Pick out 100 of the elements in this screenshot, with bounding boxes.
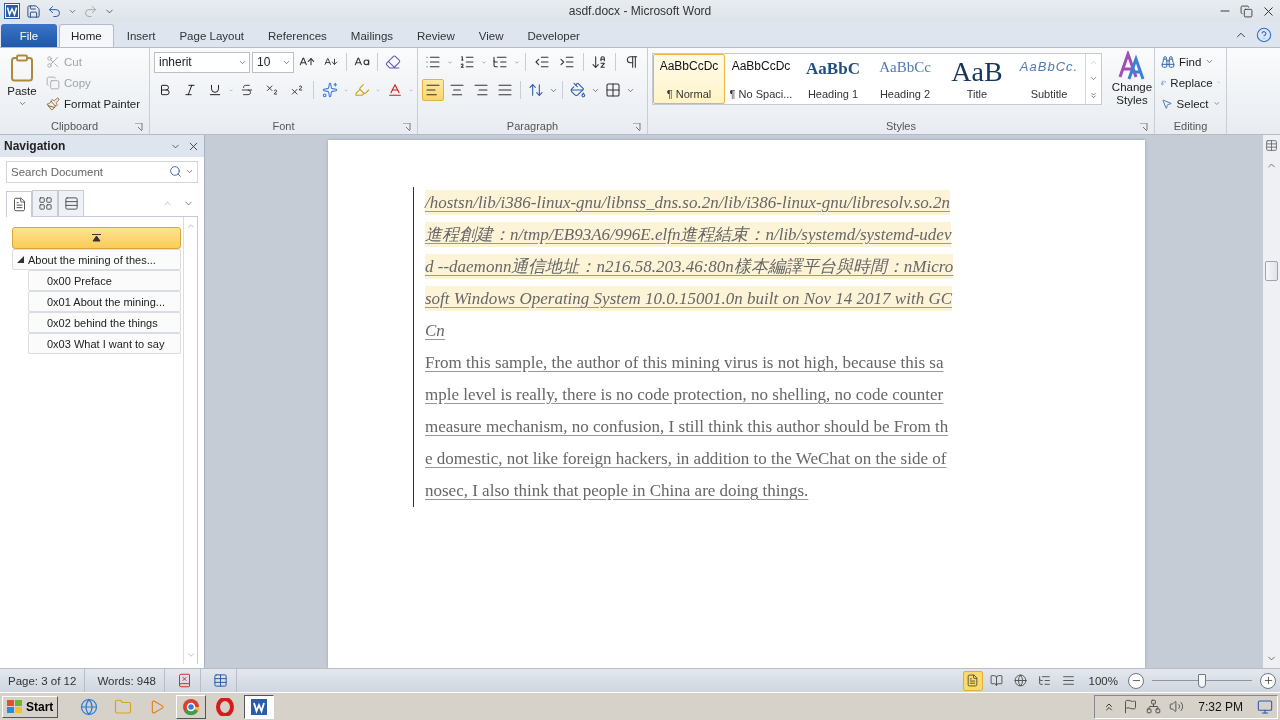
expand-icon <box>17 256 24 263</box>
start-button[interactable]: Start <box>2 695 59 718</box>
group-label: Paragraph <box>506 120 559 132</box>
pane-tab[interactable] <box>32 190 58 216</box>
change-styles-button[interactable]: Change Styles <box>1106 51 1158 118</box>
editing-button[interactable]: Find <box>1159 51 1222 72</box>
highlighter-icon[interactable] <box>354 82 371 98</box>
style-item[interactable]: AaBbCc Heading 2 <box>869 54 941 104</box>
dialog-launcher-icon[interactable] <box>403 123 411 131</box>
caret-icon[interactable] <box>185 167 194 176</box>
numbering-icon[interactable] <box>458 54 475 70</box>
pane-tab[interactable] <box>6 191 32 217</box>
align-button[interactable] <box>422 79 444 101</box>
ribbon-tab[interactable]: References <box>257 24 338 47</box>
paste-button[interactable]: Paste <box>4 51 40 118</box>
vertical-scrollbar[interactable] <box>1262 135 1280 668</box>
app-logo-icon[interactable] <box>4 3 20 19</box>
network-icon[interactable] <box>1146 699 1162 714</box>
view-button[interactable] <box>962 670 983 691</box>
style-item[interactable]: AaBbCcDc ¶ Normal <box>653 54 725 104</box>
style-item[interactable]: AaB Title <box>941 54 1013 104</box>
dialog-launcher-icon[interactable] <box>135 123 143 131</box>
ribbon-tab[interactable]: Page Layout <box>168 24 256 47</box>
subscript-icon[interactable] <box>265 83 280 97</box>
pane-tab[interactable] <box>58 190 84 216</box>
zoom-slider[interactable] <box>1152 673 1252 688</box>
zoom-out-button[interactable] <box>1128 672 1144 689</box>
text-effects-icon[interactable] <box>321 82 338 98</box>
group-label: Font <box>272 120 295 132</box>
font-color-icon[interactable] <box>386 82 403 98</box>
bullets-icon[interactable] <box>425 54 441 70</box>
proofing-icon[interactable] <box>177 673 193 688</box>
text-line: measure mechanism, no confusion, I still think this author should be From th <box>425 416 949 438</box>
ribbon-tab[interactable]: View <box>467 24 515 47</box>
scissors-icon <box>46 54 60 69</box>
heading-item[interactable]: 0x01 About the mining... <box>28 291 181 312</box>
search-icon[interactable] <box>169 165 182 178</box>
letters-icon <box>1117 51 1147 81</box>
zoom-in-button[interactable] <box>1260 672 1276 689</box>
shading-icon[interactable] <box>570 82 586 98</box>
style-item[interactable]: AaBbCcDc ¶ No Spaci... <box>725 54 797 104</box>
restore-icon[interactable] <box>1240 4 1253 18</box>
brush-icon <box>46 96 60 111</box>
help-icon[interactable] <box>1256 27 1272 43</box>
text-line: nosec, I also think that people in China are doing things. <box>425 480 809 502</box>
ribbon-tab[interactable]: Developer <box>516 24 591 47</box>
bold-icon[interactable] <box>158 83 172 97</box>
zoom-level[interactable]: 100% <box>1088 674 1118 687</box>
line-spacing-icon[interactable] <box>528 82 544 98</box>
superscript-icon[interactable] <box>290 83 305 97</box>
underline-icon[interactable] <box>208 83 222 97</box>
volume-icon[interactable] <box>1169 699 1185 714</box>
sort-icon[interactable] <box>591 54 608 70</box>
flag-icon[interactable] <box>1123 699 1139 714</box>
italic-icon[interactable] <box>183 83 197 97</box>
dialog-launcher-icon[interactable] <box>1140 123 1148 131</box>
font-size-field[interactable]: 10 <box>252 51 294 73</box>
taskbar-app[interactable] <box>244 694 275 719</box>
ribbon-tab[interactable]: File <box>1 24 57 47</box>
window-title: asdf.docx - Microsoft Word <box>568 4 712 18</box>
borders-icon[interactable] <box>605 82 621 98</box>
clear-format-icon[interactable] <box>385 54 401 70</box>
editing-button[interactable]: Replace <box>1159 72 1222 93</box>
editing-button[interactable]: Select <box>1159 93 1222 114</box>
document-app-icon[interactable] <box>250 697 269 716</box>
ring-icon[interactable] <box>216 697 235 716</box>
align-justify-icon <box>497 82 513 98</box>
outline-icon <box>1038 674 1052 687</box>
multilevel-list-icon[interactable] <box>492 54 509 70</box>
heading-item[interactable]: 0x03 What I want to say <box>28 333 181 354</box>
decrease-indent-icon[interactable] <box>533 54 550 70</box>
clock[interactable]: 7:32 PM <box>1198 699 1243 714</box>
heading-item[interactable]: 0x02 behind the things <box>28 312 181 333</box>
caret-icon[interactable] <box>1205 57 1215 66</box>
browser-icon[interactable] <box>182 697 201 716</box>
clipboard-button[interactable]: Format Painter <box>44 93 143 114</box>
ribbon-tab[interactable]: Home <box>59 24 114 47</box>
ribbon-tab[interactable]: Mailings <box>339 24 405 47</box>
slider-thumb[interactable] <box>1198 673 1206 688</box>
ribbon-tab[interactable]: Insert <box>115 24 167 47</box>
heading-item[interactable]: About the mining of thes... <box>12 249 181 270</box>
scroll-thumb[interactable] <box>1265 261 1278 281</box>
ribbon-tab[interactable]: Review <box>406 24 466 47</box>
increase-indent-icon[interactable] <box>558 54 575 70</box>
save-icon[interactable] <box>26 3 41 19</box>
style-item[interactable]: AaBbC Heading 1 <box>797 54 869 104</box>
strikethrough-icon[interactable] <box>240 83 255 97</box>
ruler-icon[interactable] <box>1265 139 1278 152</box>
more-icon[interactable] <box>1089 91 1098 101</box>
globe-icon[interactable] <box>80 697 99 716</box>
caret-icon[interactable] <box>17 99 27 108</box>
font-name-field[interactable]: inherit <box>154 51 250 73</box>
macro-icon[interactable] <box>213 673 229 688</box>
undo-icon[interactable] <box>47 3 62 19</box>
style-item[interactable]: AaBbCc. Subtitle <box>1013 54 1085 104</box>
search-field[interactable]: Search Document <box>6 161 198 183</box>
plus-icon <box>1262 675 1274 686</box>
dialog-launcher-icon[interactable] <box>633 123 641 131</box>
heading-item[interactable]: 0x00 Preface <box>28 270 181 291</box>
show-desktop-icon[interactable] <box>1257 698 1273 715</box>
